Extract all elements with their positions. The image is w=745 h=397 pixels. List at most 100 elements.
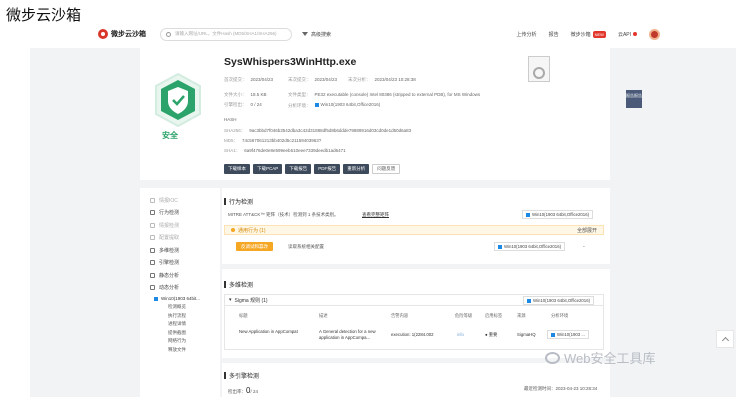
summary-card: 安全 SysWhispers3WinHttp.exe 首次提交： 2023/04/… bbox=[140, 48, 642, 180]
file-size: 文件大小： 18.5 KB bbox=[224, 92, 267, 98]
sidebar-sub-flow[interactable]: 执行流程 bbox=[140, 312, 220, 321]
mitre-matrix-link[interactable]: 查看完整矩阵 bbox=[362, 212, 389, 218]
windows-icon bbox=[527, 298, 531, 303]
last-analysis: 末次分析： 2023/04/23 10:28:38 bbox=[348, 77, 416, 83]
md5-row: MD5： 74c567061213bb402d5c21159403963? bbox=[224, 138, 321, 144]
sigma-env-select[interactable]: Win10(1903 64bit,Office2016) bbox=[523, 296, 595, 305]
behavior-env-select-2[interactable]: Win10(1903 64bit,Office2016) bbox=[494, 242, 566, 251]
behavior-description: 读取系统相关配置 bbox=[288, 244, 324, 249]
last-analysis-label: 末次分析： bbox=[348, 77, 371, 82]
sidebar-env-label: Win10(1903 64bit... bbox=[161, 296, 201, 301]
ioc-icon bbox=[150, 197, 155, 203]
download-sample-button[interactable]: 下载样本 bbox=[224, 164, 250, 174]
sidebar-item-static[interactable]: 静态分析 bbox=[140, 269, 220, 282]
download-pcap-button[interactable]: 下载PCAP bbox=[253, 164, 283, 174]
behavior-icon bbox=[150, 210, 155, 216]
file-size-value: 18.5 KB bbox=[250, 92, 267, 97]
engine-detect-label: 引擎检出： bbox=[224, 102, 247, 107]
row-desc: A General detection for a new applicatio… bbox=[319, 329, 376, 340]
verdict-label: 安全 bbox=[162, 131, 178, 140]
row-alert: execution: 1(2284.002 bbox=[391, 332, 434, 337]
brand-logo[interactable]: 微步云沙箱 bbox=[98, 29, 146, 39]
col-tag: 启用标签 bbox=[485, 313, 503, 318]
row-tag: ● 重要 bbox=[485, 332, 498, 337]
advanced-search-label: 高级搜索 bbox=[311, 31, 332, 38]
sha1-value[interactable]: 6a9f476de0e8e599eeb510eee7339deedb1ad647… bbox=[244, 148, 345, 153]
col-env: 分析环境 bbox=[551, 313, 569, 318]
windows-icon bbox=[314, 102, 319, 107]
row-env-value: Win10(1903 ... bbox=[557, 332, 585, 337]
sidebar-item-config[interactable]: 配置提取 bbox=[140, 232, 220, 245]
sidebar-sub-network[interactable]: 网络行为 bbox=[140, 337, 220, 346]
sidebar-item-label: 引擎检测 bbox=[159, 260, 180, 267]
action-buttons: 下载样本 下载PCAP 下载报告 PDF报告 重新分析 问题反馈 bbox=[224, 164, 401, 174]
hash-heading: HASH bbox=[224, 117, 237, 122]
section-divider bbox=[222, 264, 610, 269]
engine-detect-total: / 24 bbox=[250, 389, 258, 394]
first-seen-label: 首次提交： bbox=[224, 77, 247, 82]
sidebar-item-dynamic[interactable]: 动态分析 bbox=[140, 282, 220, 295]
reanalyze-button[interactable]: 重新分析 bbox=[343, 164, 370, 174]
nav-upload[interactable]: 上传分析 bbox=[517, 31, 537, 38]
col-title: 标题 bbox=[239, 313, 248, 318]
multi-section-title: 多维检测 bbox=[224, 280, 253, 289]
sidebar-item-ioc[interactable]: 情报IOC bbox=[140, 194, 220, 207]
engine-latest-value: 2023-04-23 10:28:34 bbox=[555, 386, 598, 391]
sidebar-item-behavior[interactable]: 行为检测 bbox=[140, 207, 220, 220]
scroll-top-button[interactable] bbox=[716, 330, 734, 348]
sidebar-sub-screenshot[interactable]: 提供截图 bbox=[140, 329, 220, 338]
search-input[interactable]: 请输入网址/URL，文件Hash (MD5/SHA1/SHA256) bbox=[160, 27, 292, 41]
anti-debug-tag: 反调试和篡改 bbox=[236, 242, 273, 251]
pdf-report-button[interactable]: PDF报告 bbox=[314, 164, 341, 174]
sidebar-sub-overview[interactable]: 检测概览 bbox=[140, 303, 220, 312]
new-badge: NEW bbox=[592, 30, 606, 38]
page-caption: 微步云沙箱 bbox=[6, 7, 82, 24]
analysis-env-value: Win10(1903 64bit,Office2016) bbox=[320, 102, 381, 107]
behavior-env-select[interactable]: Win10(1903 64bit,Office2016) bbox=[522, 210, 594, 219]
sidebar-item-intel[interactable]: 情报检测 bbox=[140, 219, 220, 232]
row-source: SigmaHQ bbox=[517, 332, 536, 337]
row-title: New Application in AppCompat bbox=[239, 329, 298, 334]
file-type-value: PE32 executable (console) Intel 80386 (s… bbox=[314, 92, 481, 97]
expand-all-link[interactable]: 全部展开 bbox=[577, 227, 597, 234]
feedback-button[interactable]: 问题反馈 bbox=[372, 164, 401, 174]
mitre-summary: MITRE ATT&CK™ 矩阵（技术）检测到 1 条技术类别。 bbox=[228, 212, 339, 217]
sidebar-env-selector[interactable]: Win10(1903 64bit... bbox=[140, 294, 220, 303]
sidebar-item-multi[interactable]: 多维检测 bbox=[140, 244, 220, 257]
engine-detect-value: 0 / 24 bbox=[250, 102, 262, 107]
row-env-select[interactable]: Win10(1903 ... bbox=[547, 330, 589, 339]
advanced-search-button[interactable]: 高级搜索 bbox=[302, 31, 331, 38]
row-level: info bbox=[457, 332, 464, 337]
last-analysis-value: 2023/04/23 10:28:38 bbox=[374, 77, 416, 82]
sidebar-item-label: 动态分析 bbox=[159, 285, 180, 292]
md5-value[interactable]: 74c567061213bb402d5c21159403963? bbox=[242, 138, 321, 143]
md5-label: MD5： bbox=[224, 138, 239, 143]
col-level: 危险等级 bbox=[455, 313, 473, 318]
search-placeholder: 请输入网址/URL，文件Hash (MD5/SHA1/SHA256) bbox=[175, 31, 277, 36]
sha256-value[interactable]: 9ac3bbd7f046b3542dba3c42d31888df5d8b6ddd… bbox=[249, 128, 411, 133]
report-side-tag[interactable]: 报告报告 bbox=[626, 90, 642, 108]
behavior-env-value-2: Win10(1903 64bit,Office2016) bbox=[504, 244, 562, 249]
sha1-label: SHA1： bbox=[224, 148, 241, 153]
search-icon bbox=[166, 31, 171, 37]
nav-report[interactable]: 报告 bbox=[549, 31, 559, 38]
nav-api[interactable]: 云API bbox=[618, 31, 637, 38]
sidebar-item-label: 多维检测 bbox=[159, 247, 180, 254]
sidebar-sub-dropped[interactable]: 释放文件 bbox=[140, 346, 220, 355]
windows-icon bbox=[551, 332, 555, 337]
file-type-label: 文件类型： bbox=[288, 92, 311, 97]
download-report-button[interactable]: 下载报告 bbox=[285, 164, 312, 174]
general-behavior-bar[interactable]: 通用行为 (1) 全部展开 bbox=[224, 225, 604, 235]
behavior-section-title: 行为检测 bbox=[224, 197, 253, 206]
chevron-down-icon[interactable]: ⌄ bbox=[582, 243, 586, 249]
avatar[interactable] bbox=[649, 28, 660, 40]
chevron-up-icon bbox=[721, 336, 729, 344]
last-seen-value: 2023/04/23 bbox=[314, 77, 338, 82]
sidebar-item-engine[interactable]: 引擎检测 bbox=[140, 257, 220, 270]
engine-detect: 引擎检出： 0 / 24 bbox=[224, 102, 262, 108]
dynamic-icon bbox=[150, 285, 155, 291]
general-behavior-label: 通用行为 (1) bbox=[238, 227, 266, 234]
safe-shield-icon bbox=[148, 70, 208, 140]
nav-sandbox[interactable]: 微步沙箱 NEW bbox=[571, 30, 606, 38]
sidebar-sub-process[interactable]: 进程详情 bbox=[140, 320, 220, 329]
